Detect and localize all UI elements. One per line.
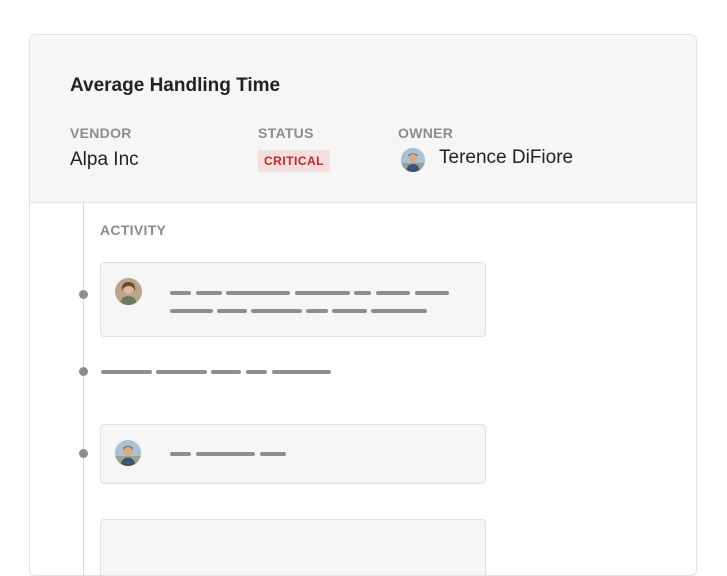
- text-placeholder: [196, 291, 222, 295]
- timeline-dot: [79, 449, 88, 458]
- card-header: Average Handling Time VENDOR Alpa Inc ST…: [30, 35, 696, 203]
- text-placeholder: [260, 452, 286, 456]
- text-placeholder: [217, 309, 247, 313]
- owner-avatar: [401, 148, 425, 172]
- event-placeholder: [246, 370, 267, 374]
- event-placeholder: [211, 370, 241, 374]
- timeline-dot: [79, 290, 88, 299]
- text-placeholder: [226, 291, 290, 295]
- event-placeholder: [156, 370, 207, 374]
- timeline-line: [83, 203, 84, 575]
- metric-card: Average Handling Time VENDOR Alpa Inc ST…: [29, 34, 697, 576]
- status-badge: CRITICAL: [258, 150, 330, 172]
- timeline-dot: [79, 367, 88, 376]
- activity-comment-card[interactable]: [100, 519, 486, 575]
- text-placeholder: [354, 291, 371, 295]
- commenter-avatar: [115, 440, 141, 466]
- text-placeholder: [306, 309, 328, 313]
- text-placeholder: [170, 452, 191, 456]
- owner-label: OWNER: [398, 125, 454, 141]
- text-placeholder: [295, 291, 350, 295]
- text-placeholder: [251, 309, 302, 313]
- vendor-value: Alpa Inc: [70, 149, 139, 170]
- text-placeholder: [371, 309, 427, 313]
- text-placeholder: [170, 291, 191, 295]
- vendor-label: VENDOR: [70, 125, 132, 141]
- text-placeholder: [332, 309, 367, 313]
- text-placeholder: [196, 452, 255, 456]
- card-title: Average Handling Time: [70, 75, 281, 96]
- owner-name: Terence DiFiore: [439, 147, 574, 168]
- status-label: STATUS: [258, 125, 314, 141]
- text-placeholder: [415, 291, 449, 295]
- text-placeholder: [170, 309, 213, 313]
- event-placeholder: [101, 370, 152, 374]
- activity-comment-card[interactable]: [100, 424, 486, 484]
- text-placeholder: [376, 291, 410, 295]
- event-placeholder: [272, 370, 331, 374]
- activity-comment-card[interactable]: [100, 262, 486, 337]
- commenter-avatar: [115, 278, 142, 305]
- activity-label: ACTIVITY: [100, 222, 167, 238]
